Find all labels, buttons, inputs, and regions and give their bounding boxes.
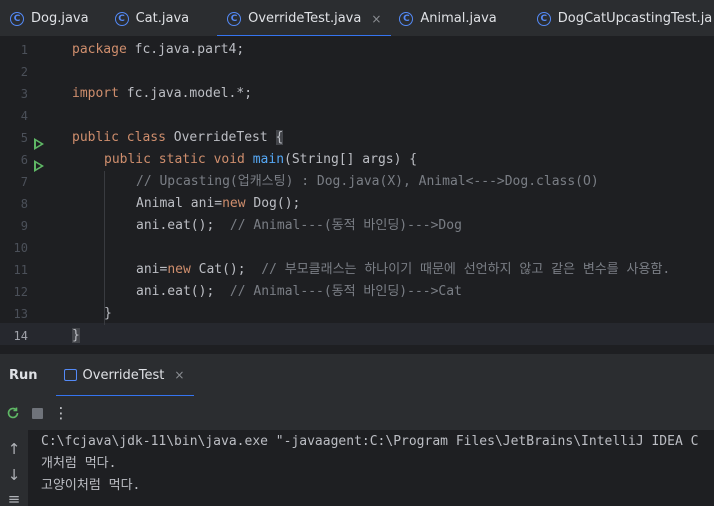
line-number: 13: [13, 307, 28, 321]
code-text: Cat();: [190, 262, 262, 277]
run-panel-title: Run: [9, 367, 38, 383]
keyword: public static void: [104, 152, 245, 167]
class-icon: C: [114, 11, 129, 26]
code-text: Animal ani=: [136, 196, 223, 211]
code-line-6: public static void main(String[] args) {: [104, 149, 417, 171]
code-line-5: public class OverrideTest {: [72, 127, 284, 149]
line-number: 7: [20, 175, 28, 189]
console-line: C:\fcjava\jdk-11\bin\java.exe "-javaagen…: [41, 434, 699, 449]
console-line: 개처럼 먹다.: [41, 456, 117, 471]
run-console[interactable]: ↑ ↓ ≡ C:\fcjava\jdk-11\bin\java.exe "-ja…: [0, 430, 714, 506]
code-line-7: // Upcasting(업캐스팅) : Dog.java(X), Animal…: [136, 174, 599, 189]
arrow-down-icon[interactable]: ↓: [6, 466, 22, 484]
line-number: 3: [20, 87, 28, 101]
code-line-14: }: [72, 325, 80, 347]
code-line-3: import fc.java.model.*;: [72, 83, 252, 105]
tab-animal-java[interactable]: C Animal.java: [391, 0, 506, 36]
line-number: 4: [20, 109, 28, 123]
rerun-icon[interactable]: [3, 403, 23, 423]
run-class-gutter-icon[interactable]: [34, 138, 44, 150]
tab-dog-java[interactable]: C Dog.java: [0, 0, 99, 36]
keyword: import: [72, 86, 119, 101]
tab-label: Dog.java: [31, 11, 89, 26]
line-number: 11: [13, 263, 28, 277]
code-line-13: }: [104, 306, 112, 321]
line-number: 10: [13, 241, 28, 255]
code-text: fc.java.model.*;: [118, 86, 253, 101]
line-number: 12: [13, 285, 28, 299]
code-text: ani=: [136, 262, 168, 277]
editor-gutter: 1 2 3 4 5 6 7 8 9 10 11 12 13 14: [0, 37, 56, 353]
class-icon: C: [227, 11, 242, 26]
more-options-icon[interactable]: ⋮: [51, 403, 71, 423]
tab-dogcatupcastingtest-java[interactable]: C DogCatUpcastingTest.ja: [507, 0, 714, 36]
class-icon: C: [10, 11, 24, 26]
code-line-11: ani=new Cat(); // 부모클래스는 하나이기 때문에 선언하지 않…: [136, 259, 670, 281]
line-number: 6: [20, 153, 28, 167]
run-config-icon: [63, 369, 77, 381]
soft-wrap-icon[interactable]: ≡: [6, 490, 22, 506]
code-text: Dog();: [245, 196, 301, 211]
tab-overridetest-java[interactable]: C OverrideTest.java ×: [217, 0, 392, 36]
tab-label: OverrideTest.java: [248, 11, 362, 26]
tab-label: DogCatUpcastingTest.ja: [557, 11, 713, 26]
class-icon: C: [536, 11, 551, 26]
line-number: 2: [20, 65, 28, 79]
tab-label: Animal.java: [420, 11, 497, 26]
arrow-up-icon[interactable]: ↑: [6, 440, 22, 458]
line-number: 1: [20, 43, 28, 57]
run-main-gutter-icon[interactable]: [34, 160, 44, 172]
keyword: new: [167, 262, 191, 277]
current-line-highlight: [0, 323, 714, 345]
class-icon: C: [399, 11, 414, 26]
line-number: 5: [20, 131, 28, 145]
editor-tab-bar: C Dog.java C Cat.java C OverrideTest.jav…: [0, 0, 714, 37]
stop-icon[interactable]: [27, 403, 47, 423]
code-text: ani.eat();: [136, 284, 230, 299]
run-tab-overridetest[interactable]: OverrideTest ×: [55, 354, 195, 397]
brace: }: [72, 328, 80, 343]
method-name: main: [252, 152, 285, 167]
code-line-1: package fc.java.part4;: [72, 39, 244, 61]
comment: // Animal---(동적 바인딩)--->Dog: [229, 218, 462, 233]
line-number: 8: [20, 197, 28, 211]
code-line-8: Animal ani=new Dog();: [136, 193, 300, 215]
code-text: (String[] args) {: [284, 152, 418, 167]
close-tab-icon[interactable]: ×: [371, 12, 381, 26]
tab-cat-java[interactable]: C Cat.java: [99, 0, 200, 36]
console-line: 고양이처럼 먹다.: [41, 478, 141, 493]
run-tool-window-header: Run OverrideTest ×: [0, 353, 714, 397]
code-line-12: ani.eat(); // Animal---(동적 바인딩)--->Cat: [136, 281, 462, 303]
run-tab-label: OverrideTest: [82, 367, 165, 383]
keyword: new: [222, 196, 246, 211]
comment: // 부모클래스는 하나이기 때문에 선언하지 않고 같은 변수를 사용함.: [261, 262, 671, 277]
close-run-tab-icon[interactable]: ×: [174, 368, 184, 382]
run-toolbar: ⋮: [0, 396, 714, 430]
class-name: OverrideTest: [165, 130, 276, 145]
line-number: 9: [20, 219, 28, 233]
keyword: package: [72, 42, 127, 57]
comment: // Animal---(동적 바인딩)--->Cat: [229, 284, 462, 299]
keyword: public class: [72, 130, 166, 145]
code-editor[interactable]: 1 2 3 4 5 6 7 8 9 10 11 12 13 14 package…: [0, 37, 714, 353]
code-line-9: ani.eat(); // Animal---(동적 바인딩)--->Dog: [136, 215, 462, 237]
brace: {: [275, 130, 284, 145]
line-number-current: 14: [13, 329, 28, 343]
indent-guide: [104, 171, 105, 325]
tab-label: Cat.java: [135, 11, 190, 26]
code-text: fc.java.part4;: [126, 42, 245, 57]
console-side-toolbar: ↑ ↓ ≡: [0, 430, 28, 506]
code-text: ani.eat();: [136, 218, 230, 233]
